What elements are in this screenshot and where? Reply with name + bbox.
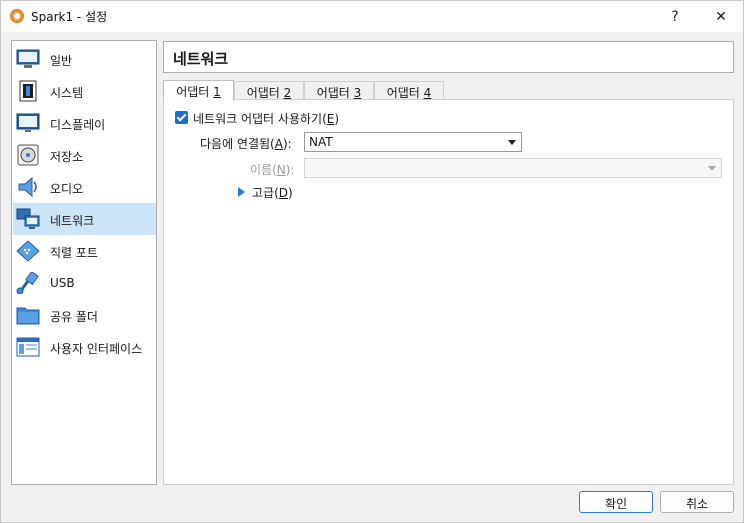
enable-adapter-label[interactable]: 네트워크 어댑터 사용하기(E) xyxy=(193,110,339,127)
close-button[interactable]: ✕ xyxy=(699,1,743,32)
sidebar-item-general[interactable]: 일반 xyxy=(13,43,156,75)
advanced-toggle[interactable]: 고급(D) xyxy=(252,184,293,201)
tab-adapter-4[interactable]: 어댑터 4 xyxy=(374,81,444,100)
attached-to-select[interactable]: NAT xyxy=(304,132,522,152)
sidebar-item-storage[interactable]: 저장소 xyxy=(13,139,156,171)
name-mnemonic: N xyxy=(276,163,286,177)
serial-port-icon xyxy=(16,240,40,262)
name-select[interactable] xyxy=(304,158,722,178)
sidebar-item-display[interactable]: 디스플레이 xyxy=(13,107,156,139)
sidebar-item-label: 오디오 xyxy=(50,182,84,196)
enable-label-suffix: ) xyxy=(334,112,340,126)
page-title: 네트워크 xyxy=(173,50,229,68)
monitor-icon xyxy=(16,49,40,68)
tab-mnemonic: 2 xyxy=(283,86,292,100)
advanced-mnemonic: D xyxy=(278,186,289,200)
attached-label-prefix: 다음에 연결됨( xyxy=(200,137,275,151)
ok-button[interactable]: 확인 xyxy=(579,491,653,513)
tab-adapter-2[interactable]: 어댑터 2 xyxy=(234,81,304,100)
settings-window: Spark1 - 설정 ? ✕ 일반 시스템 디스플레이 저장소 오디오 네트워… xyxy=(0,0,744,523)
sidebar-item-label: 디스플레이 xyxy=(50,118,106,132)
advanced-label-suffix: ) xyxy=(288,186,293,200)
sidebar-item-label: 저장소 xyxy=(50,150,84,164)
folder-icon xyxy=(16,307,40,325)
attached-to-label: 다음에 연결됨(A): xyxy=(200,135,292,152)
network-icon xyxy=(16,208,40,229)
tab-adapter-3[interactable]: 어댑터 3 xyxy=(304,81,374,100)
name-label: 이름(N): xyxy=(250,161,294,178)
tab-mnemonic: 1 xyxy=(213,85,221,99)
title-bar: Spark1 - 설정 ? ✕ xyxy=(1,1,743,32)
settings-sidebar: 일반 시스템 디스플레이 저장소 오디오 네트워크 직렬 포트 USB 공유 폴… xyxy=(11,40,157,485)
window-title: Spark1 - 설정 xyxy=(31,10,108,24)
usb-icon xyxy=(16,272,39,294)
sidebar-item-label: 일반 xyxy=(50,54,73,68)
advanced-label-prefix: 고급( xyxy=(252,186,279,200)
disk-icon xyxy=(17,144,39,166)
sidebar-item-usb[interactable]: USB xyxy=(13,267,156,299)
chip-icon xyxy=(19,80,37,102)
sidebar-item-serial-ports[interactable]: 직렬 포트 xyxy=(13,235,156,267)
expand-arrow-icon[interactable] xyxy=(238,187,245,197)
speaker-icon xyxy=(18,176,37,198)
attached-label-suffix: ): xyxy=(282,137,292,151)
enable-label-text: 네트워크 어댑터 사용하기( xyxy=(193,112,327,126)
help-button[interactable]: ? xyxy=(653,1,697,32)
tab-label: 어댑터 xyxy=(386,86,424,100)
adapter-panel: 네트워크 어댑터 사용하기(E) 다음에 연결됨(A): NAT 이름(N): … xyxy=(163,99,734,485)
attached-mnemonic: A xyxy=(274,137,283,151)
enable-adapter-checkbox[interactable] xyxy=(175,111,188,124)
sidebar-item-system[interactable]: 시스템 xyxy=(13,75,156,107)
sidebar-item-shared-folders[interactable]: 공유 폴더 xyxy=(13,299,156,331)
tab-mnemonic: 4 xyxy=(423,86,432,100)
chevron-down-icon xyxy=(708,166,716,171)
tab-label: 어댑터 xyxy=(246,86,284,100)
window-icon xyxy=(16,337,40,357)
sidebar-item-audio[interactable]: 오디오 xyxy=(13,171,156,203)
tab-label: 어댑터 xyxy=(316,86,354,100)
sidebar-item-label: 네트워크 xyxy=(50,214,95,228)
name-label-suffix: ): xyxy=(285,163,295,177)
sidebar-item-label: 사용자 인터페이스 xyxy=(50,342,143,356)
cancel-button[interactable]: 취소 xyxy=(660,491,734,513)
sidebar-item-label: 직렬 포트 xyxy=(50,246,98,260)
tab-mnemonic: 3 xyxy=(353,86,362,100)
sidebar-item-label: USB xyxy=(50,276,75,290)
sidebar-item-label: 시스템 xyxy=(50,86,84,100)
tab-adapter-1[interactable]: 어댑터 1 xyxy=(163,80,234,100)
name-label-prefix: 이름( xyxy=(250,163,277,177)
chevron-down-icon xyxy=(508,140,516,145)
app-icon xyxy=(10,9,24,23)
sidebar-item-label: 공유 폴더 xyxy=(50,310,98,324)
page-header: 네트워크 xyxy=(163,41,734,73)
sidebar-item-user-interface[interactable]: 사용자 인터페이스 xyxy=(13,331,156,363)
display-icon xyxy=(16,113,40,132)
tab-label: 어댑터 xyxy=(176,85,214,99)
sidebar-item-network[interactable]: 네트워크 xyxy=(13,203,156,235)
attached-to-value: NAT xyxy=(309,135,333,149)
